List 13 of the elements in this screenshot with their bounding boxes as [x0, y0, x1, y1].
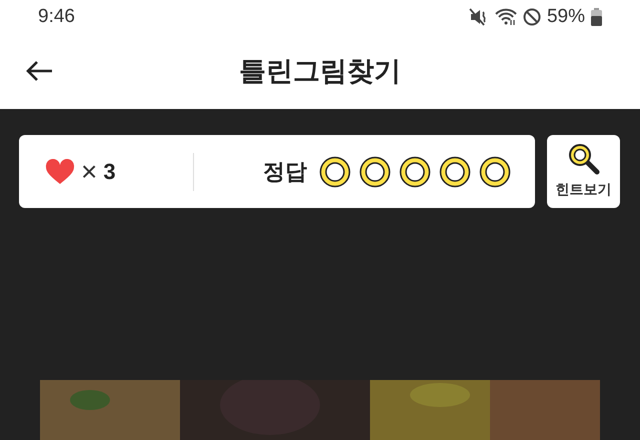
status-time: 9:46	[38, 4, 75, 29]
battery-icon	[591, 8, 602, 26]
magnifier-icon	[566, 143, 600, 175]
answer-label: 정답	[263, 158, 307, 186]
battery-percent: 59%	[546, 4, 585, 29]
back-arrow-icon	[25, 60, 53, 82]
wifi-icon	[494, 8, 517, 26]
hint-button[interactable]: 힌트보기	[547, 135, 620, 208]
block-icon	[522, 8, 541, 26]
lives-count: 3	[103, 158, 116, 186]
page-title: 틀린그림찾기	[239, 55, 401, 88]
heart-icon	[45, 158, 75, 184]
multiply-sign: ×	[81, 158, 98, 186]
